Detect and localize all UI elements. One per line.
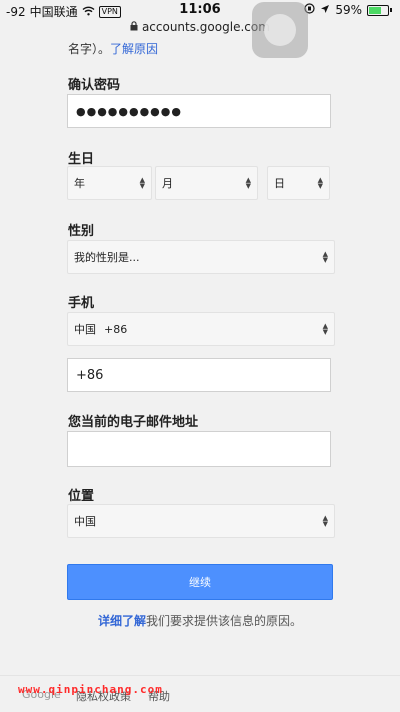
birth-year-select[interactable]: 年 ▲ ▼	[67, 166, 152, 200]
continue-button[interactable]: 继续	[67, 564, 333, 600]
why-info-text: 详细了解我们要求提供该信息的原因。	[0, 612, 400, 629]
phone-label: 手机	[68, 296, 95, 311]
assistive-touch-button[interactable]	[252, 2, 308, 58]
select-arrows-icon: ▲ ▼	[322, 514, 328, 528]
country-code: +86	[104, 322, 128, 336]
watermark: www.qinpinchang.com	[18, 683, 163, 696]
gender-select[interactable]: 我的性别是... ▲ ▼	[67, 240, 335, 274]
lock-icon	[130, 20, 142, 34]
address-bar[interactable]: accounts.google.com	[0, 20, 400, 34]
select-arrows-icon: ▲ ▼	[322, 250, 328, 264]
name-hint-text: 名字）。	[68, 42, 111, 56]
country-name: 中国	[74, 323, 96, 336]
url-text: accounts.google.com	[141, 20, 270, 34]
confirm-password-field[interactable]: ●●●●●●●●●●	[67, 94, 331, 128]
battery-icon	[367, 4, 389, 16]
why-info-sentence: 我们要求提供该信息的原因。	[146, 614, 303, 628]
select-arrows-icon: ▲ ▼	[317, 176, 323, 190]
birth-day-value: 日	[274, 177, 285, 190]
learn-why-link[interactable]: 了解原因	[110, 42, 158, 56]
confirm-password-label: 确认密码	[68, 78, 121, 93]
birth-day-select[interactable]: 日 ▲ ▼	[267, 166, 330, 200]
birth-year-value: 年	[74, 177, 85, 190]
current-email-label: 您当前的电子邮件地址	[68, 415, 199, 430]
learn-more-link[interactable]: 详细了解	[98, 614, 146, 628]
birthday-label: 生日	[68, 152, 95, 167]
select-arrows-icon: ▲ ▼	[139, 176, 145, 190]
birth-month-select[interactable]: 月 ▲ ▼	[155, 166, 258, 200]
country-code-select[interactable]: 中国 +86 ▲ ▼	[67, 312, 335, 346]
battery-tip	[390, 8, 392, 12]
location-arrow-icon	[320, 3, 330, 17]
birth-month-value: 月	[162, 177, 173, 190]
current-email-field[interactable]	[67, 431, 331, 467]
status-right: 59%	[304, 3, 392, 17]
select-arrows-icon: ▲ ▼	[245, 176, 251, 190]
name-hint: 名字）。了解原因	[68, 40, 158, 57]
battery-percent: 59%	[335, 3, 362, 17]
select-arrows-icon: ▲ ▼	[322, 322, 328, 336]
gender-value: 我的性别是...	[74, 251, 140, 264]
location-select[interactable]: 中国 ▲ ▼	[67, 504, 335, 538]
location-label: 位置	[68, 489, 95, 504]
gender-label: 性别	[68, 224, 95, 239]
battery-fill	[369, 6, 381, 14]
status-bar: -92 中国联通 VPN 11:06 accounts.google.com 5…	[0, 0, 400, 40]
location-value: 中国	[74, 515, 96, 528]
phone-number-field[interactable]: +86	[67, 358, 331, 392]
